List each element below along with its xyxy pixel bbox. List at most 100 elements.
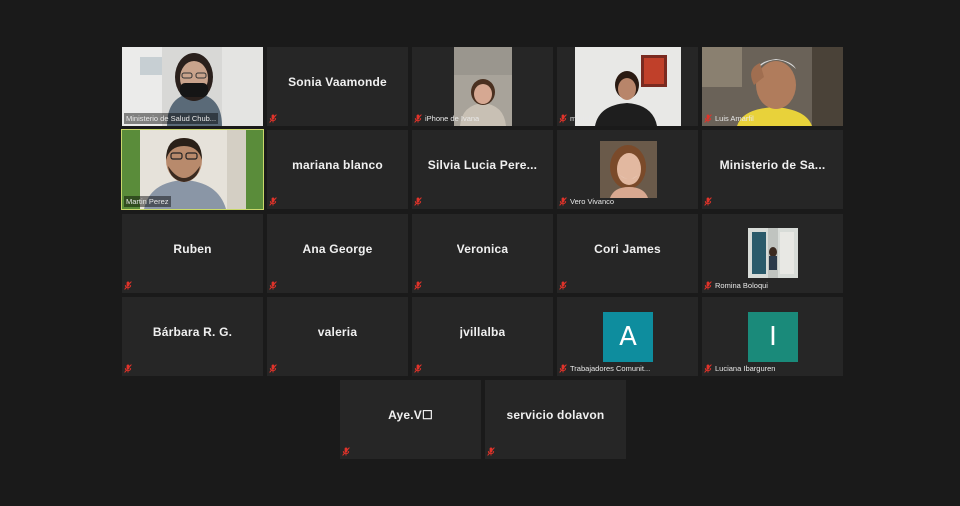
participant-name-display: Veronica: [412, 214, 553, 283]
participant-name: servicio dolavon: [506, 407, 605, 422]
mute-icon: [487, 447, 495, 456]
mute-icon: [342, 447, 350, 456]
participant-name: Silvia Lucia Pere...: [427, 157, 538, 172]
participant-name-display: Ruben: [122, 214, 263, 283]
participant-name-display: mariana blanco: [267, 130, 408, 199]
mute-icon: [269, 114, 277, 123]
participant-name: Cori James: [594, 241, 661, 256]
participant-name: Bárbara R. G.: [152, 324, 233, 339]
participant-name-label: Luciana Ibarguren: [704, 363, 775, 374]
participant-tile[interactable]: I Luciana Ibarguren: [702, 297, 843, 376]
participant-name-label: [124, 363, 132, 374]
participant-name-label: [559, 280, 567, 291]
participant-tile[interactable]: Romina Boloqui: [702, 214, 843, 293]
participant-name-display: Sonia Vaamonde: [267, 47, 408, 116]
mute-icon: [704, 364, 712, 373]
participant-name-label: [414, 363, 422, 374]
mute-icon: [414, 114, 422, 123]
participant-tile[interactable]: Ana George: [267, 214, 408, 293]
participant-tile[interactable]: Sonia Vaamonde: [267, 47, 408, 126]
participant-tile[interactable]: Vero Vivanco: [557, 130, 698, 209]
participant-name: Ministerio de Sa...: [719, 157, 826, 172]
participant-name: Veronica: [456, 241, 509, 256]
participant-tile[interactable]: jvillalba: [412, 297, 553, 376]
participant-name-display: Ana George: [267, 214, 408, 283]
participant-name: jvillalba: [459, 324, 506, 339]
participant-name-label: [414, 280, 422, 291]
participant-name-display: Ministerio de Sa...: [702, 130, 843, 199]
participant-name-label: Vero Vivanco: [559, 196, 614, 207]
participant-tile[interactable]: iPhone de Ivana: [412, 47, 553, 126]
participant-name-display: Bárbara R. G.: [122, 297, 263, 366]
participant-tile[interactable]: mariana blanco: [267, 130, 408, 209]
participant-name-label: [269, 363, 277, 374]
participant-name-label: mariel: [559, 113, 590, 124]
participant-name: mariel: [570, 114, 591, 123]
participant-name-label: [269, 280, 277, 291]
mute-icon: [414, 281, 422, 290]
participant-name: Luis Amarfil: [715, 114, 754, 123]
participant-name-label: [487, 446, 495, 457]
mute-icon: [704, 281, 712, 290]
participant-name-display: jvillalba: [412, 297, 553, 366]
mute-icon: [559, 364, 567, 373]
participant-name: valeria: [317, 324, 358, 339]
participant-tile[interactable]: valeria: [267, 297, 408, 376]
participant-name: iPhone de Ivana: [425, 114, 480, 123]
participant-name-label: [704, 196, 712, 207]
mute-icon: [559, 114, 567, 123]
participant-name: mariana blanco: [292, 157, 383, 172]
mute-icon: [704, 114, 712, 123]
participant-name-label: [269, 196, 277, 207]
participant-name: Ruben: [173, 241, 212, 256]
participant-name-label: Ministerio de Salud Chub...: [124, 113, 219, 124]
participant-name: Romina Boloqui: [715, 281, 768, 290]
participant-name: Sonia Vaamonde: [288, 74, 387, 89]
participant-tile[interactable]: Bárbara R. G.: [122, 297, 263, 376]
mute-icon: [269, 364, 277, 373]
participant-tile-active-speaker[interactable]: Martin Perez: [121, 129, 264, 210]
participant-name: Ana George: [302, 241, 373, 256]
participant-name-label: Luis Amarfil: [704, 113, 754, 124]
mute-icon: [269, 281, 277, 290]
mute-icon: [414, 364, 422, 373]
avatar: A: [603, 312, 653, 362]
participant-name: Ministerio de Salud Chub...: [126, 114, 217, 123]
profile-photo: [748, 228, 798, 278]
participant-name-label: Martin Perez: [124, 196, 171, 207]
participant-name: Aye.V☐: [388, 407, 433, 422]
participant-tile[interactable]: Ruben: [122, 214, 263, 293]
participant-name-display: servicio dolavon: [485, 380, 626, 449]
profile-photo: [600, 141, 657, 198]
participant-name-display: Cori James: [557, 214, 698, 283]
mute-icon: [559, 281, 567, 290]
mute-icon: [559, 197, 567, 206]
participant-tile[interactable]: Luis Amarfil: [702, 47, 843, 126]
participant-name-display: valeria: [267, 297, 408, 366]
mute-icon: [414, 197, 422, 206]
participant-tile[interactable]: A Trabajadores Comunit...: [557, 297, 698, 376]
participant-tile[interactable]: Aye.V☐: [340, 380, 481, 459]
participant-tile[interactable]: Silvia Lucia Pere...: [412, 130, 553, 209]
participant-tile[interactable]: Ministerio de Sa...: [702, 130, 843, 209]
participant-name-label: [124, 280, 132, 291]
mute-icon: [124, 281, 132, 290]
mute-icon: [704, 197, 712, 206]
participant-tile[interactable]: mariel: [557, 47, 698, 126]
participant-tile[interactable]: Cori James: [557, 214, 698, 293]
participant-name: Luciana Ibarguren: [715, 364, 776, 373]
participant-tile[interactable]: Ministerio de Salud Chub...: [122, 47, 263, 126]
mute-icon: [124, 364, 132, 373]
participant-name-display: Aye.V☐: [340, 380, 481, 449]
participant-name-display: Silvia Lucia Pere...: [412, 130, 553, 199]
participant-name-label: iPhone de Ivana: [414, 113, 479, 124]
participant-name-label: [414, 196, 422, 207]
avatar: I: [748, 312, 798, 362]
participant-name: Martin Perez: [126, 197, 169, 206]
participant-name-label: [269, 113, 277, 124]
participant-tile[interactable]: Veronica: [412, 214, 553, 293]
participant-name-label: [342, 446, 350, 457]
participant-tile[interactable]: servicio dolavon: [485, 380, 626, 459]
participant-name: Trabajadores Comunit...: [570, 364, 651, 373]
mute-icon: [269, 197, 277, 206]
